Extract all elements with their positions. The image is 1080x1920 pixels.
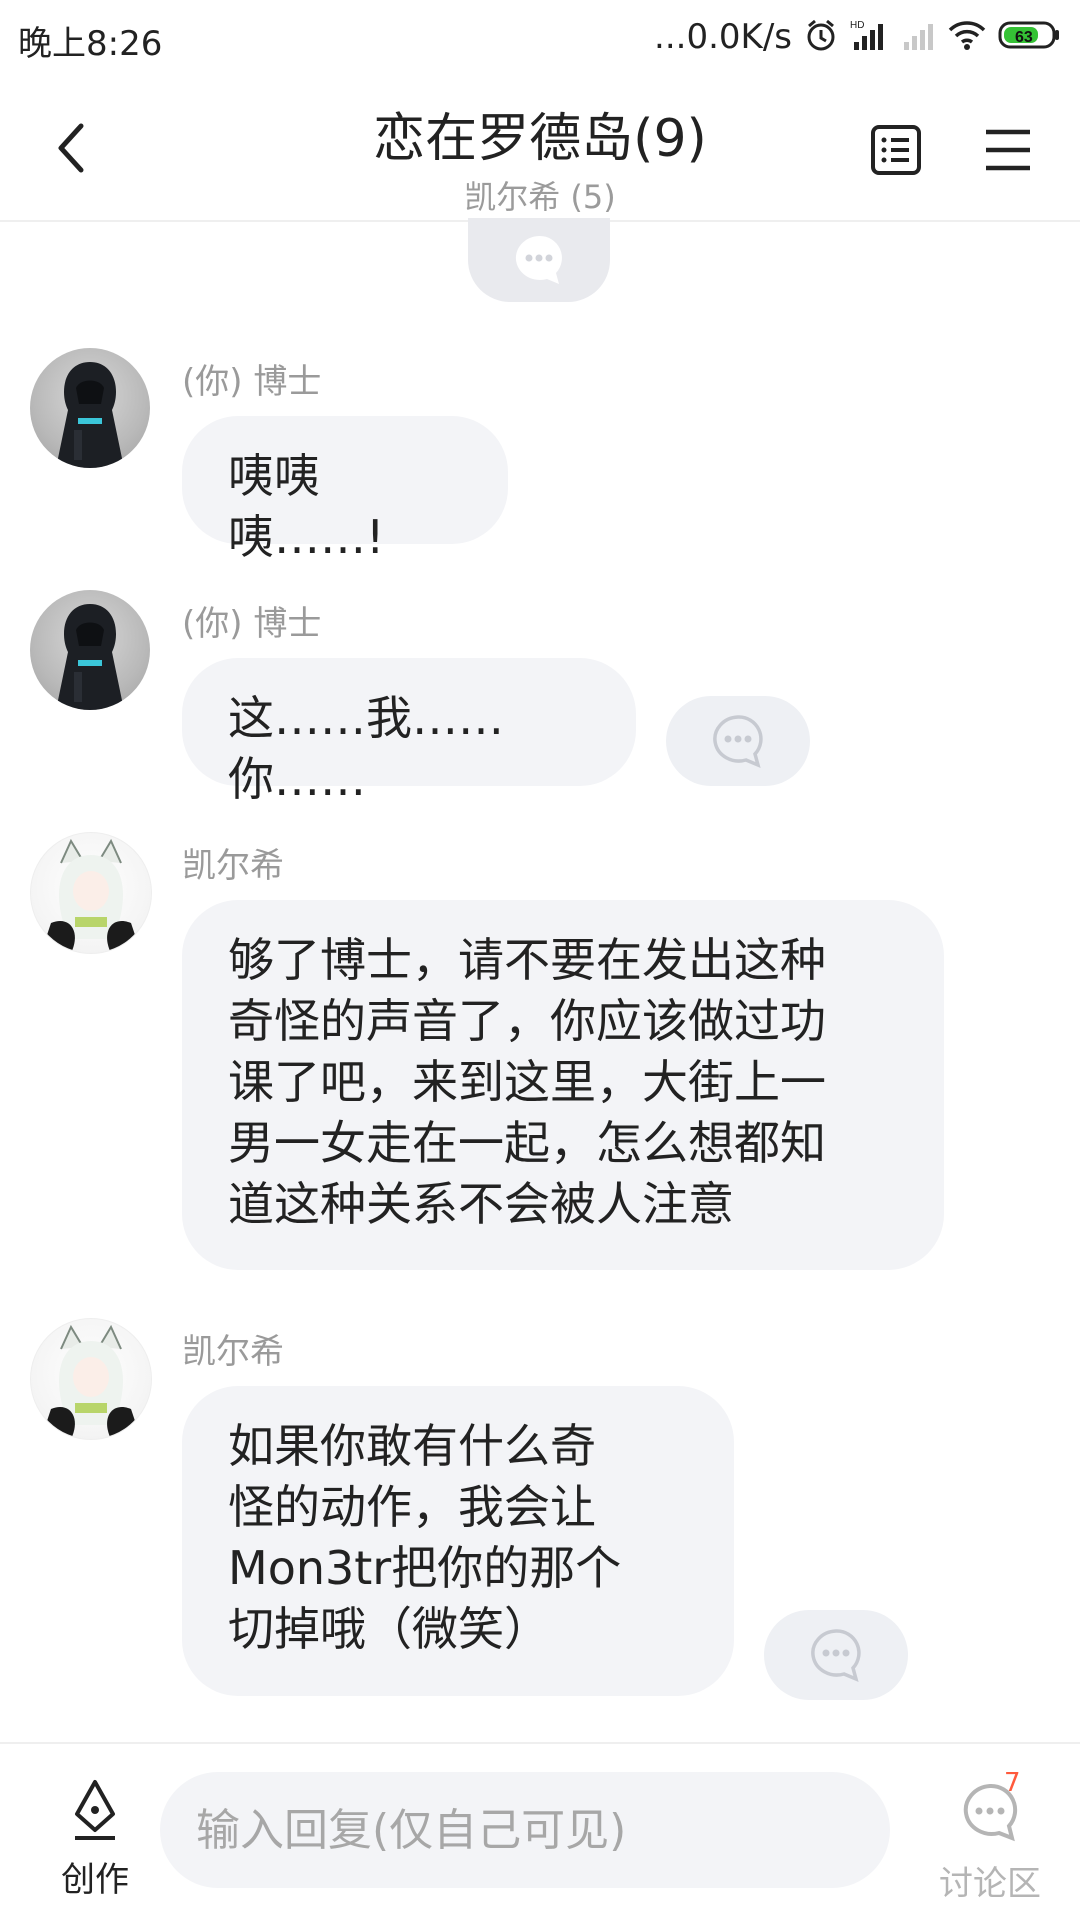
- create-button[interactable]: 创作: [40, 1774, 150, 1904]
- message-line: 如果你敢有什么奇: [228, 1419, 596, 1473]
- sender-name: (你) 博士: [182, 362, 322, 402]
- message-line: 这……我……你……: [228, 691, 504, 806]
- signal-weak-icon: [902, 18, 936, 56]
- message-line: 够了博士，请不要在发出这种: [228, 933, 826, 987]
- discussion-button[interactable]: 7 讨论区: [920, 1768, 1060, 1904]
- avatar-doctor[interactable]: [30, 348, 150, 468]
- alarm-icon: [804, 18, 838, 56]
- pen-nib-icon: [75, 1780, 115, 1840]
- status-icons: ...0.0K/s HD 63: [654, 14, 1062, 60]
- chat-header: 恋在罗德岛(9) 凯尔希 (5): [0, 76, 1080, 222]
- message-bubble[interactable]: 够了博士，请不要在发出这种 奇怪的声音了，你应该做过功 课了吧，来到这里，大街上…: [182, 900, 944, 1270]
- sender-name: 凯尔希: [182, 1332, 284, 1372]
- message-bubble[interactable]: 咦咦咦……!: [182, 416, 508, 564]
- message-bubble[interactable]: 这……我……你……: [182, 658, 636, 806]
- message-line: 咦咦咦……!: [228, 449, 385, 564]
- comment-bubble-icon: [811, 1629, 861, 1682]
- signal-hd-icon: HD: [850, 18, 890, 56]
- discussion-label: 讨论区: [939, 1864, 1041, 1904]
- top-comment-button[interactable]: [468, 218, 610, 302]
- wifi-icon: [948, 18, 986, 56]
- message-bubble[interactable]: 如果你敢有什么奇 怪的动作，我会让 Mon3tr把你的那个 切掉哦（微笑）: [182, 1386, 734, 1696]
- comment-bubble-icon: [515, 235, 562, 284]
- message-line: 课了吧，来到这里，大街上一: [228, 1055, 826, 1109]
- list-icon: [871, 125, 921, 175]
- svg-text:HD: HD: [850, 20, 864, 31]
- message-line: Mon3tr把你的那个: [228, 1541, 622, 1595]
- message-line: 奇怪的声音了，你应该做过功: [228, 994, 826, 1048]
- comment-button[interactable]: [666, 696, 810, 786]
- bottom-bar: 创作 7 讨论区: [0, 1742, 1080, 1920]
- comment-button[interactable]: [764, 1610, 908, 1700]
- message-line: 怪的动作，我会让: [228, 1480, 596, 1534]
- reply-input[interactable]: [160, 1772, 890, 1888]
- discussion-badge: 7: [1004, 1768, 1021, 1798]
- catalog-button[interactable]: [860, 114, 932, 186]
- status-time: 晚上8:26: [18, 24, 163, 64]
- sender-name: (你) 博士: [182, 604, 322, 644]
- hamburger-icon: [986, 129, 1030, 171]
- avatar-doctor[interactable]: [30, 590, 150, 710]
- message-line: 男一女走在一起，怎么想都知: [228, 1116, 826, 1170]
- battery-level: 63: [1015, 29, 1033, 46]
- avatar-kaltsit[interactable]: [30, 832, 152, 954]
- comment-bubble-icon: [713, 715, 763, 768]
- avatar-kaltsit[interactable]: [30, 1318, 152, 1440]
- status-bar: 晚上8:26 ...0.0K/s HD 63: [0, 0, 1080, 76]
- battery-icon: 63: [998, 18, 1062, 56]
- network-speed: ...0.0K/s: [654, 17, 792, 57]
- message-line: 切掉哦（微笑）: [228, 1602, 550, 1656]
- message-line: 道这种关系不会被人注意: [228, 1177, 734, 1231]
- sender-name: 凯尔希: [182, 846, 284, 886]
- menu-button[interactable]: [972, 114, 1044, 186]
- create-label: 创作: [61, 1860, 129, 1900]
- app-root: 晚上8:26 ...0.0K/s HD 63 恋在罗德岛(9) 凯尔希 (5) …: [0, 0, 1080, 1920]
